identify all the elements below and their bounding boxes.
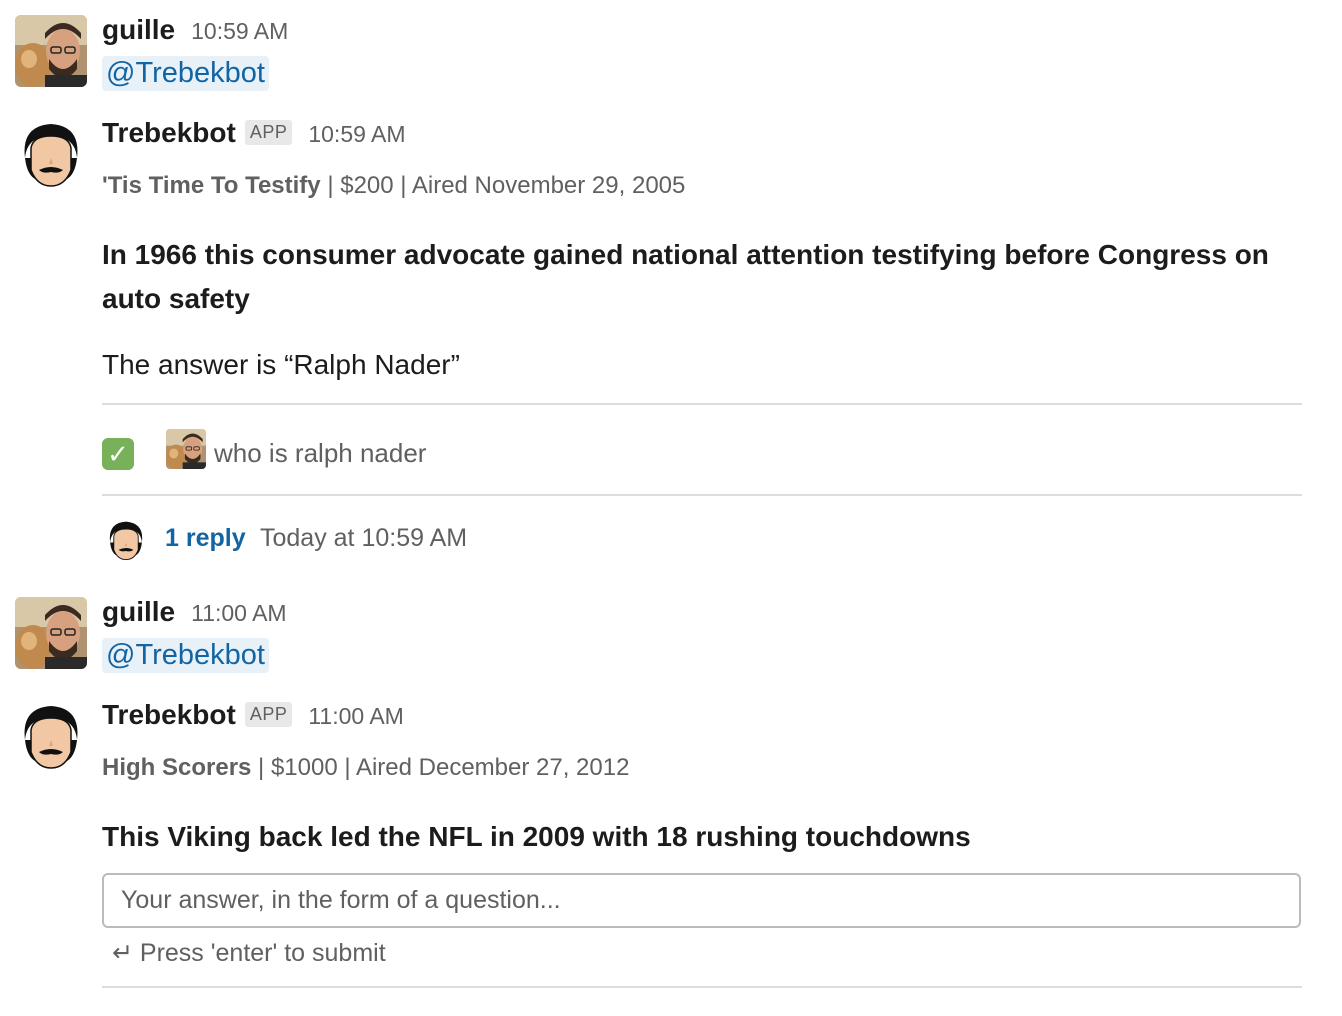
clue-meta: 'Tis Time To Testify | $200 | Aired Nove…: [102, 172, 685, 200]
clue-text: In 1966 this consumer advocate gained na…: [102, 239, 1269, 314]
timestamp[interactable]: 10:59 AM: [191, 18, 288, 45]
sender-name[interactable]: guille: [102, 596, 175, 628]
answer-input[interactable]: [102, 873, 1301, 928]
trebek-face-icon: [104, 514, 148, 566]
thread-reply-link[interactable]: 1 reply: [165, 524, 246, 553]
clue-category: High Scorers: [102, 754, 252, 781]
clue-text: This Viking back led the NFL in 2009 wit…: [102, 821, 971, 852]
user-photo-icon: [15, 597, 87, 669]
timestamp[interactable]: 11:00 AM: [308, 703, 403, 730]
trebek-face-icon: [15, 118, 87, 190]
mention-trebekbot[interactable]: @Trebekbot: [102, 56, 269, 91]
trebek-face-icon: [15, 700, 87, 772]
avatar-guille[interactable]: [15, 15, 87, 87]
avatar-trebekbot[interactable]: [15, 700, 87, 772]
divider: [102, 494, 1302, 496]
correct-answer: The answer is “Ralph Nader”: [102, 349, 460, 380]
timestamp[interactable]: 11:00 AM: [191, 600, 286, 627]
user-photo-icon: [15, 15, 87, 87]
user-photo-icon: [166, 429, 206, 469]
app-badge: APP: [244, 702, 293, 727]
sender-name[interactable]: Trebekbot: [102, 699, 236, 731]
submit-hint: ↵ Press 'enter' to submit: [112, 939, 386, 967]
clue-category: 'Tis Time To Testify: [102, 172, 321, 199]
guess-text: who is ralph nader: [214, 438, 427, 468]
sender-name[interactable]: Trebekbot: [102, 117, 236, 149]
clue-details: | $200 | Aired November 29, 2005: [320, 172, 686, 199]
timestamp[interactable]: 10:59 AM: [308, 121, 405, 148]
avatar-trebekbot[interactable]: [15, 118, 87, 190]
divider: [102, 403, 1302, 405]
white-check-mark-icon: ✓: [102, 438, 134, 470]
mention-trebekbot[interactable]: @Trebekbot: [102, 638, 269, 673]
divider: [102, 986, 1302, 988]
thread-reply-time: Today at 10:59 AM: [260, 524, 468, 552]
sender-name[interactable]: guille: [102, 14, 175, 46]
reply-avatar[interactable]: [104, 514, 148, 566]
avatar-guesser[interactable]: [166, 429, 206, 469]
clue-details: | $1000 | Aired December 27, 2012: [251, 754, 630, 781]
app-badge: APP: [244, 120, 293, 145]
avatar-guille[interactable]: [15, 597, 87, 669]
clue-meta: High Scorers | $1000 | Aired December 27…: [102, 754, 629, 782]
